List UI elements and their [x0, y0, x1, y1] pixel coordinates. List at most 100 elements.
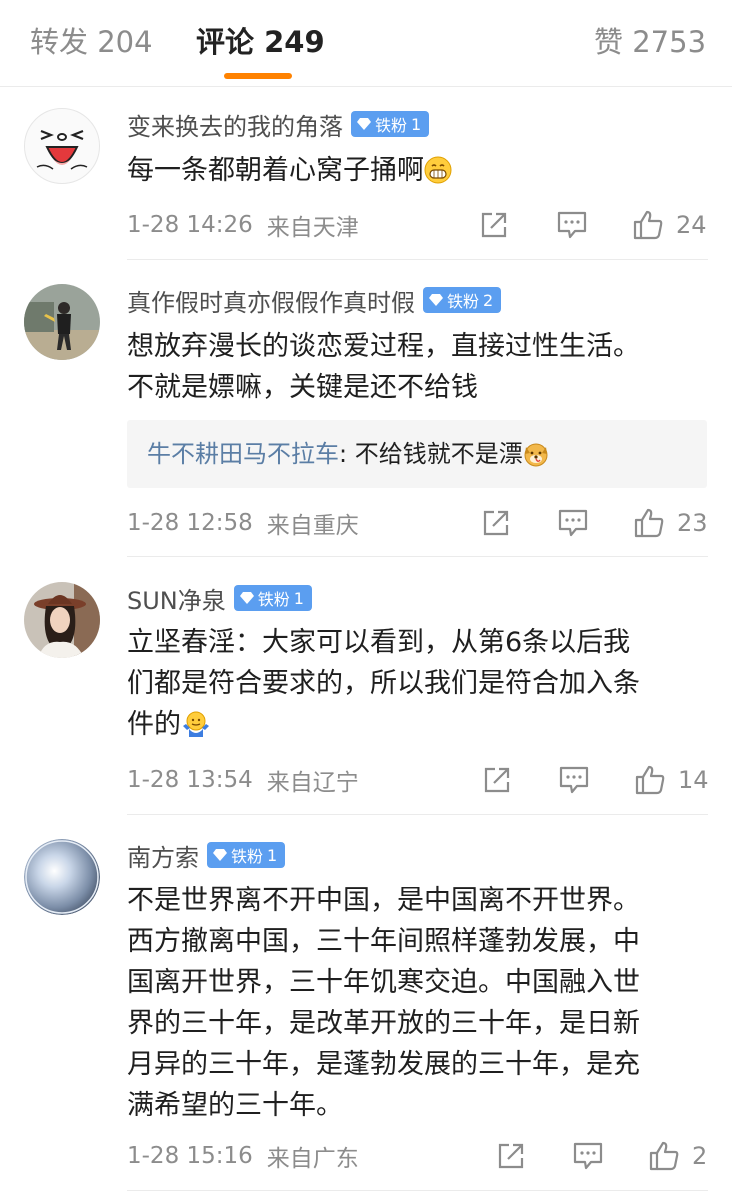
comment-text-line: 想放弃漫长的谈恋爱过程，直接过性生活。 — [127, 331, 640, 362]
username[interactable]: 变来换去的我的角落 — [127, 107, 343, 142]
username[interactable]: 真作假时真亦假假作真时假 — [127, 283, 415, 318]
share-button[interactable] — [479, 207, 509, 243]
reply-button[interactable] — [557, 505, 589, 541]
tab-repost-count: 204 — [97, 25, 153, 59]
diamond-icon — [429, 294, 443, 306]
badge-prefix: 铁粉 — [447, 292, 480, 311]
share-button[interactable] — [481, 505, 511, 541]
share-icon — [484, 767, 510, 793]
comment-meta: 1-28 14:26 来自天津 — [127, 207, 359, 243]
share-button[interactable] — [496, 1138, 526, 1174]
comment-text-line: 不就是嫖嘛，关键是还不给钱 — [127, 372, 478, 403]
share-icon — [498, 1143, 524, 1169]
tab-repost[interactable]: 转发 204 — [30, 22, 153, 62]
reply-button[interactable] — [556, 207, 588, 243]
like-button[interactable]: 24 — [632, 207, 707, 243]
divider — [127, 1190, 708, 1191]
like-button[interactable]: 2 — [648, 1138, 707, 1174]
comment-text-line: 西方撤离中国，三十年间照样蓬勃发展，中 — [127, 926, 640, 957]
tab-like-label: 赞 — [594, 25, 624, 59]
comment-header: SUN净泉 铁粉 1 — [127, 581, 312, 615]
comment-header: 变来换去的我的角落 铁粉 1 — [127, 107, 430, 142]
comment-time: 1-28 14:26 — [127, 212, 253, 238]
comment-location: 来自天津 — [266, 215, 359, 241]
username[interactable]: SUN净泉 — [127, 581, 226, 616]
reply-separator: : — [339, 440, 355, 468]
comment-header: 真作假时真亦假假作真时假 铁粉 2 — [127, 283, 502, 318]
photo-avatar-icon — [24, 284, 100, 360]
badge-level: 1 — [293, 588, 304, 608]
dog-emoji-icon — [523, 441, 549, 475]
comment-text: 想放弃漫长的谈恋爱过程，直接过性生活。 不就是嫖嘛，关键是还不给钱 — [127, 326, 717, 408]
tab-comment[interactable]: 评论 249 — [196, 22, 325, 62]
reply-preview-text: 牛不耕田马不拉车: 不给钱就不是漂 — [147, 438, 549, 475]
diamond-icon — [213, 849, 227, 861]
thumbs-up-icon — [634, 508, 664, 538]
comment-text-content: 每一条都朝着心窝子捅啊 — [127, 155, 424, 186]
share-icon — [481, 212, 507, 238]
badge-prefix: 铁粉 — [231, 847, 264, 866]
share-button[interactable] — [482, 762, 512, 798]
comment-text-line: 月异的三十年，是蓬勃发展的三十年，是充 — [127, 1049, 640, 1080]
badge-prefix: 铁粉 — [375, 116, 408, 135]
tab-repost-label: 转发 — [30, 25, 89, 59]
comment-icon — [573, 1142, 603, 1170]
like-button[interactable]: 23 — [633, 505, 708, 541]
divider — [127, 814, 708, 815]
comment-icon — [558, 509, 588, 537]
reply-button[interactable] — [572, 1138, 604, 1174]
comment-text-line: 们都是符合要求的，所以我们是符合加入条 — [127, 668, 640, 699]
comment-text-line-content: 件的 — [127, 709, 181, 740]
cartoon-face-avatar-icon — [25, 109, 99, 183]
avatar[interactable] — [24, 839, 100, 915]
divider — [127, 259, 708, 260]
sphere-avatar-icon — [24, 839, 100, 915]
badge-level: 2 — [483, 290, 494, 310]
comment-tabs: 转发 204 评论 249 赞 2753 — [0, 0, 732, 87]
reply-content: 不给钱就不是漂 — [354, 440, 523, 468]
comment-text-line: 满希望的三十年。 — [127, 1090, 343, 1121]
comment-time: 1-28 12:58 — [127, 510, 253, 536]
like-button[interactable]: 14 — [634, 762, 709, 798]
avatar[interactable] — [24, 582, 100, 658]
fan-badge[interactable]: 铁粉 2 — [423, 287, 502, 313]
comment-text-line: 件的 — [127, 704, 717, 750]
share-icon — [483, 510, 509, 536]
active-tab-indicator — [224, 73, 292, 79]
comment-text-line: 不是世界离不开中国，是中国离不开世界。 — [127, 885, 640, 916]
avatar[interactable] — [24, 284, 100, 360]
username[interactable]: 南方索 — [127, 838, 199, 873]
fan-badge[interactable]: 铁粉 1 — [207, 842, 286, 868]
reply-preview[interactable]: 牛不耕田马不拉车: 不给钱就不是漂 — [127, 420, 707, 488]
tab-comment-label: 评论 — [196, 25, 255, 59]
tab-like-count: 2753 — [632, 25, 707, 59]
tab-comment-count: 249 — [264, 25, 325, 59]
comment-time: 1-28 15:16 — [127, 1143, 253, 1169]
diamond-icon — [357, 118, 371, 130]
badge-level: 1 — [267, 845, 278, 865]
reply-username[interactable]: 牛不耕田马不拉车 — [147, 440, 339, 468]
thumbs-up-icon — [635, 765, 665, 795]
comment-meta: 1-28 12:58 来自重庆 — [127, 505, 359, 541]
comment-location: 来自广东 — [266, 1146, 359, 1172]
comment-text: 每一条都朝着心窝子捅啊 — [127, 150, 717, 196]
grinning-emoji-icon — [424, 155, 452, 196]
comment-location: 来自辽宁 — [266, 770, 359, 796]
avatar[interactable] — [24, 108, 100, 184]
comment-text-line: 国离开世界，三十年饥寒交迫。中国融入世 — [127, 967, 640, 998]
comment-icon — [559, 766, 589, 794]
tab-like[interactable]: 赞 2753 — [594, 22, 706, 62]
fan-badge[interactable]: 铁粉 1 — [351, 111, 430, 137]
diamond-icon — [239, 592, 254, 604]
comment-time: 1-28 13:54 — [127, 767, 253, 793]
comment-text: 不是世界离不开中国，是中国离不开世界。 西方撤离中国，三十年间照样蓬勃发展，中 … — [127, 880, 717, 1126]
comment-location: 来自重庆 — [266, 513, 359, 539]
thumbs-up-icon — [633, 210, 663, 240]
comment-text: 立坚春淫：大家可以看到，从第6条以后我 们都是符合要求的，所以我们是符合加入条 … — [127, 622, 717, 750]
reply-button[interactable] — [558, 762, 590, 798]
photo-avatar-icon — [24, 582, 100, 658]
comment-icon — [557, 211, 587, 239]
fan-badge[interactable]: 铁粉 1 — [233, 585, 312, 611]
comment-meta: 1-28 13:54 来自辽宁 — [127, 762, 359, 798]
like-count: 23 — [677, 509, 708, 537]
